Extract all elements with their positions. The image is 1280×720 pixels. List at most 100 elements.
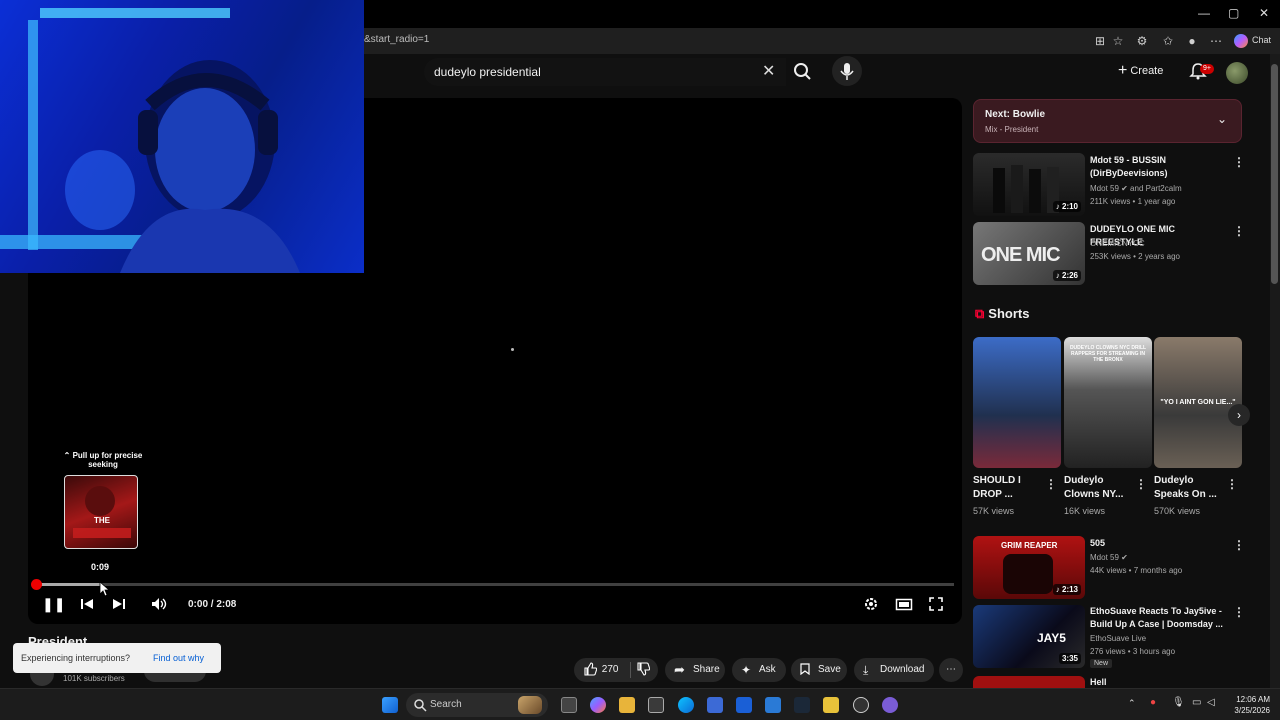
voice-search-button[interactable] bbox=[832, 56, 862, 86]
maximize-icon[interactable]: ▢ bbox=[1228, 6, 1239, 20]
subscriber-count: 101K subscribers bbox=[63, 674, 125, 683]
video-title[interactable]: 505 bbox=[1090, 537, 1230, 550]
video-thumbnail[interactable]: ♪ 2:10 bbox=[973, 153, 1085, 216]
microphone-tray-icon[interactable]: 🎙︎ bbox=[1172, 697, 1185, 708]
task-view-icon[interactable] bbox=[561, 697, 577, 713]
short-thumbnail[interactable] bbox=[973, 337, 1061, 468]
fullscreen-icon bbox=[929, 597, 943, 611]
system-clock[interactable]: 12:06 AM 3/25/2026 bbox=[1222, 694, 1270, 716]
save-button[interactable]: Save bbox=[791, 658, 847, 682]
pause-button[interactable]: ❚❚ bbox=[42, 596, 65, 614]
progress-hover-fill bbox=[36, 583, 101, 586]
short-title[interactable]: Dudeylo Clowns NY... bbox=[1064, 474, 1136, 502]
create-button[interactable]: + Create bbox=[1118, 62, 1163, 80]
chat-label[interactable]: Chat bbox=[1252, 35, 1271, 45]
more-vertical-icon[interactable]: ⋮ bbox=[1233, 155, 1245, 169]
short-views: 57K views bbox=[973, 506, 1015, 516]
more-actions-button[interactable]: ⋯ bbox=[939, 658, 963, 682]
short-thumbnail[interactable]: "YO I AINT GON LIE..." bbox=[1154, 337, 1242, 468]
share-button[interactable]: ➦ Share bbox=[665, 658, 725, 682]
webcam-overlay bbox=[0, 0, 364, 273]
favorite-star-icon[interactable]: ☆ bbox=[1110, 33, 1126, 49]
video-duration: ♪ 2:13 bbox=[1052, 584, 1081, 595]
more-vertical-icon[interactable]: ⋮ bbox=[1233, 605, 1245, 619]
video-thumbnail[interactable]: GRIM REAPER ♪ 2:13 bbox=[973, 536, 1085, 599]
fullscreen-button[interactable] bbox=[928, 596, 944, 614]
more-vertical-icon[interactable]: ⋮ bbox=[1135, 477, 1147, 491]
profile-icon[interactable]: ● bbox=[1184, 33, 1200, 49]
more-vertical-icon[interactable]: ⋮ bbox=[1045, 477, 1057, 491]
video-channel[interactable]: Mdot 59 ✔ and Part2calm bbox=[1090, 182, 1230, 195]
notes-app-icon[interactable] bbox=[736, 697, 752, 713]
like-button[interactable]: 270 bbox=[583, 658, 618, 682]
video-channel[interactable]: Mdot 59 ✔ bbox=[1090, 551, 1230, 564]
more-vertical-icon[interactable]: ⋮ bbox=[1226, 477, 1238, 491]
ask-button[interactable]: ✦ Ask bbox=[732, 658, 786, 682]
next-button[interactable] bbox=[111, 596, 127, 614]
short-title[interactable]: SHOULD I DROP ... bbox=[973, 474, 1045, 502]
steam-icon[interactable] bbox=[794, 697, 810, 713]
theater-mode-button[interactable] bbox=[895, 596, 913, 614]
loading-indicator bbox=[511, 348, 514, 351]
more-menu-icon[interactable]: ⋯ bbox=[1208, 33, 1224, 49]
thumbnail-figure bbox=[1003, 554, 1053, 594]
favorites-icon[interactable]: ✩ bbox=[1160, 33, 1176, 49]
chevron-down-icon[interactable]: ⌄ bbox=[1217, 112, 1227, 126]
video-title[interactable]: Mdot 59 - BUSSIN (DirByDeevisions) bbox=[1090, 154, 1230, 180]
like-dislike-group: 270 bbox=[574, 658, 658, 682]
close-window-icon[interactable]: ✕ bbox=[1259, 6, 1269, 20]
url-text[interactable]: &start_radio=1 bbox=[364, 34, 429, 45]
video-title[interactable]: EthoSuave Reacts To Jay5ive - Build Up A… bbox=[1090, 605, 1230, 631]
scrollbar-thumb[interactable] bbox=[1271, 64, 1278, 284]
video-thumbnail[interactable]: ONE MIC ♪ 2:26 bbox=[973, 222, 1085, 285]
edge-browser-icon[interactable] bbox=[678, 697, 694, 713]
video-channel[interactable]: EthoSuave Live bbox=[1090, 632, 1230, 645]
more-vertical-icon[interactable]: ⋮ bbox=[1233, 538, 1245, 552]
volume-tray-icon[interactable]: ◁ bbox=[1207, 697, 1215, 708]
more-vertical-icon[interactable]: ⋮ bbox=[1233, 224, 1245, 238]
progress-bar[interactable] bbox=[36, 583, 954, 586]
settings-button[interactable] bbox=[863, 596, 879, 614]
tray-expand-icon[interactable]: ⌃ bbox=[1128, 698, 1136, 709]
up-next-mix[interactable]: Next: Bowlie Mix - President ⌄ bbox=[973, 99, 1242, 143]
download-button[interactable]: ⤓ Download bbox=[854, 658, 934, 682]
shorts-heading-label: Shorts bbox=[988, 306, 1030, 321]
short-views: 570K views bbox=[1154, 506, 1201, 516]
account-avatar[interactable] bbox=[1226, 62, 1248, 84]
volume-button[interactable] bbox=[150, 596, 168, 614]
copilot-taskbar-icon[interactable] bbox=[590, 697, 606, 713]
copilot-icon[interactable] bbox=[1234, 34, 1248, 48]
start-menu-icon[interactable] bbox=[382, 697, 398, 713]
save-label: Save bbox=[818, 664, 841, 675]
settings-app-icon[interactable] bbox=[648, 697, 664, 713]
minimize-icon[interactable]: — bbox=[1198, 6, 1210, 20]
network-icon[interactable]: ▭ bbox=[1192, 697, 1201, 708]
short-thumbnail[interactable]: DUDEYLO CLOWNS NYC DRILL RAPPERS FOR STR… bbox=[1064, 337, 1152, 468]
progress-scrubber[interactable] bbox=[31, 579, 42, 590]
previous-button[interactable] bbox=[79, 596, 95, 614]
new-badge: New bbox=[1090, 659, 1113, 668]
search-query[interactable]: dudeylo presidential bbox=[434, 65, 541, 79]
video-channel[interactable]: ONEMICNYCC bbox=[1090, 237, 1230, 250]
video-thumbnail[interactable] bbox=[973, 676, 1085, 688]
file-explorer-icon[interactable] bbox=[619, 697, 635, 713]
discord-icon[interactable] bbox=[882, 697, 898, 713]
short-title[interactable]: Dudeylo Speaks On ... bbox=[1154, 474, 1226, 502]
shorts-next-button[interactable]: › bbox=[1228, 404, 1250, 426]
clear-search-icon[interactable]: ✕ bbox=[762, 61, 775, 81]
windows-taskbar: Search ⌃ ● 🎙︎ ▭ ◁ 12:06 AM 3/25/2026 bbox=[0, 688, 1280, 720]
video-thumbnail[interactable]: JAY5 3:35 bbox=[973, 605, 1085, 668]
dislike-button[interactable] bbox=[636, 658, 651, 682]
search-input[interactable]: dudeylo presidential bbox=[424, 58, 786, 86]
app-r-icon[interactable] bbox=[823, 697, 839, 713]
app-available-icon[interactable]: ⊞ bbox=[1092, 33, 1108, 49]
toast-link[interactable]: Find out why bbox=[153, 653, 204, 663]
extensions-icon[interactable]: ⚙ bbox=[1134, 33, 1150, 49]
search-button[interactable] bbox=[788, 58, 818, 86]
taskbar-search[interactable]: Search bbox=[406, 693, 548, 717]
share-label: Share bbox=[693, 664, 720, 675]
tray-app-icon[interactable]: ● bbox=[1150, 697, 1156, 708]
store-icon[interactable] bbox=[707, 697, 723, 713]
mail-icon[interactable] bbox=[765, 697, 781, 713]
chrome-icon[interactable] bbox=[853, 697, 869, 713]
